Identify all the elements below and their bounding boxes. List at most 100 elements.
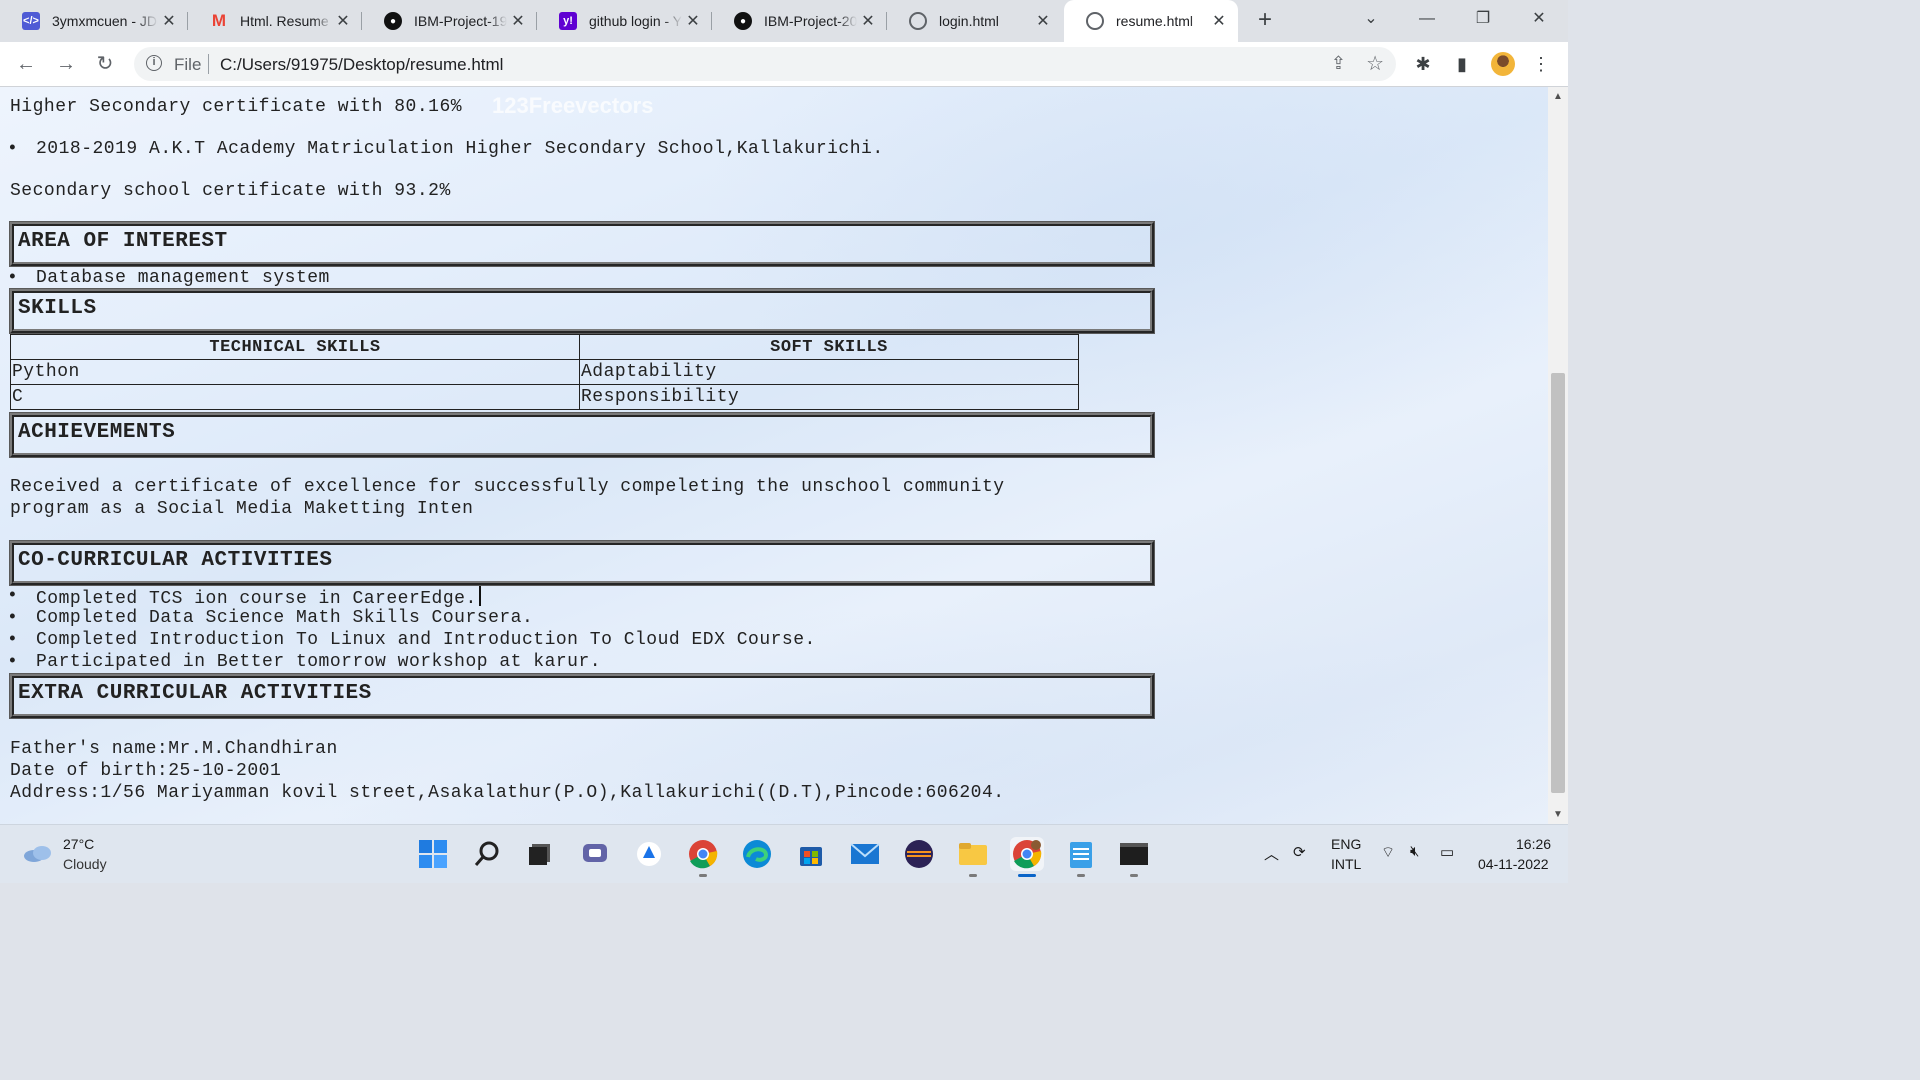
school-text: 2018-2019 A.K.T Academy Matriculation Hi… [36, 139, 884, 159]
close-icon[interactable]: ✕ [158, 11, 180, 31]
github-icon: ● [384, 12, 402, 30]
tab-resume[interactable]: resume.html ✕ [1064, 0, 1238, 42]
tab-login[interactable]: login.html ✕ [887, 0, 1062, 42]
tab-title: 3ymxmcuen - JDoodle [52, 13, 158, 29]
file-explorer-icon[interactable] [956, 837, 990, 877]
active-indicator [1018, 874, 1036, 877]
windows-start-icon[interactable] [416, 837, 450, 871]
yahoo-icon: y! [559, 12, 577, 30]
extensions-puzzle-icon[interactable]: ✱ [1411, 52, 1435, 76]
table-header: SOFT SKILLS [579, 334, 1079, 360]
globe-icon [1086, 12, 1104, 30]
tab-gmail[interactable]: M Html. Resume - Gmail ✕ [188, 0, 362, 42]
close-window-button[interactable]: ✕ [1511, 0, 1567, 42]
activity-text: Participated in Better tomorrow workshop… [36, 652, 602, 672]
close-icon[interactable]: ✕ [1208, 11, 1230, 31]
menu-kebab-icon[interactable]: ⋮ [1529, 52, 1553, 76]
notepad-icon[interactable] [1064, 837, 1098, 877]
text-caret [478, 586, 481, 606]
scroll-up-arrow-icon[interactable]: ▲ [1548, 91, 1568, 102]
area-of-interest-heading: AREA OF INTEREST [9, 221, 1155, 267]
profile-avatar[interactable] [1491, 52, 1515, 76]
forward-arrow-icon[interactable]: → [52, 50, 80, 78]
achievement-text: program as a Social Media Maketting Inte… [10, 499, 474, 519]
language-indicator[interactable]: ENG [1331, 836, 1361, 852]
back-arrow-icon[interactable]: ← [12, 50, 40, 78]
scroll-down-arrow-icon[interactable]: ▼ [1548, 809, 1568, 820]
skills-heading: SKILLS [9, 288, 1155, 334]
interest-text: Database management system [36, 268, 330, 288]
tab-title: Html. Resume - Gmail [240, 13, 332, 29]
reload-icon[interactable]: ↻ [91, 50, 119, 78]
cloud-icon[interactable] [22, 843, 54, 863]
close-icon[interactable]: ✕ [507, 11, 529, 31]
activity-text: Completed TCS ion course in CareerEdge. [36, 586, 481, 609]
task-view-icon[interactable] [523, 837, 557, 871]
gmail-icon: M [211, 11, 227, 30]
search-icon[interactable] [470, 837, 504, 871]
share-icon[interactable]: ⇪ [1331, 53, 1346, 74]
chrome-icon[interactable] [686, 837, 720, 877]
tab-title: IBM-Project-20 [764, 13, 857, 29]
side-panel-icon[interactable]: ▮ [1450, 52, 1474, 76]
fathers-name-text: Father's name:Mr.M.Chandhiran [10, 739, 338, 759]
restore-button[interactable]: ❐ [1455, 0, 1511, 42]
tab-yahoo[interactable]: y! github login - Yahoo ✕ [537, 0, 712, 42]
microsoft-store-icon[interactable] [794, 837, 828, 871]
address-text: Address:1/56 Mariyamman kovil street,Asa… [10, 783, 1005, 803]
chrome-profile-icon[interactable] [1010, 837, 1044, 877]
protocol-label: File [174, 55, 202, 74]
bookmark-star-icon[interactable]: ☆ [1366, 51, 1384, 76]
chevron-up-icon[interactable]: ︿ [1264, 843, 1279, 864]
eclipse-icon[interactable] [902, 837, 936, 871]
page-viewport: 123Freevectors Higher Secondary certific… [0, 87, 1548, 824]
close-icon[interactable]: ✕ [332, 11, 354, 31]
activity-label: Completed TCS ion course in CareerEdge. [36, 589, 477, 609]
tab-title: IBM-Project-19 [414, 13, 507, 29]
achievement-text: Received a certificate of excellence for… [10, 477, 1005, 497]
clock-date[interactable]: 04-11-2022 [1478, 856, 1549, 872]
speaker-muted-icon[interactable]: 🔇︎ [1410, 843, 1419, 860]
taskbar: 27°C Cloudy ︿ ⟳ ENG INTL ⌔ 🔇︎ ▭ 16:26 04… [0, 824, 1568, 883]
table-header: TECHNICAL SKILLS [10, 334, 580, 360]
achievements-heading: ACHIEVEMENTS [9, 412, 1155, 458]
edge-icon[interactable] [740, 837, 774, 871]
tab-search-chevron-icon[interactable]: ⌄ [1343, 0, 1399, 42]
close-icon[interactable]: ✕ [857, 11, 879, 31]
running-indicator [1077, 874, 1085, 877]
address-divider [208, 54, 209, 74]
skills-table: TECHNICAL SKILLS SOFT SKILLS Python Adap… [10, 334, 1079, 410]
weather-temperature[interactable]: 27°C [63, 836, 94, 852]
clock-time[interactable]: 16:26 [1516, 836, 1551, 852]
url-text[interactable]: C:/Users/91975/Desktop/resume.html [220, 55, 503, 75]
info-icon[interactable]: i [146, 55, 162, 71]
table-cell: C [10, 384, 580, 410]
code-icon: </> [22, 12, 40, 30]
activity-text: Completed Data Science Math Skills Cours… [36, 608, 534, 628]
sync-icon[interactable]: ⟳ [1293, 843, 1306, 861]
close-icon[interactable]: ✕ [1032, 11, 1054, 31]
wifi-icon[interactable]: ⌔ [1381, 843, 1395, 862]
widgets-app-icon[interactable] [632, 837, 666, 871]
running-indicator [969, 874, 977, 877]
terminal-icon[interactable] [1117, 837, 1151, 877]
address-bar[interactable]: i File C:/Users/91975/Desktop/resume.htm… [134, 47, 1396, 81]
table-row: C Responsibility [10, 384, 1079, 410]
scroll-thumb[interactable] [1551, 373, 1565, 793]
close-icon[interactable]: ✕ [682, 11, 704, 31]
mail-icon[interactable] [848, 837, 882, 871]
tab-github-19[interactable]: ● IBM-Project-19 ✕ [362, 0, 537, 42]
running-indicator [1130, 874, 1138, 877]
minimize-button[interactable]: — [1399, 0, 1455, 42]
teams-chat-icon[interactable] [578, 837, 612, 871]
vertical-scrollbar[interactable]: ▲ ▼ [1548, 87, 1568, 824]
watermark: 123Freevectors [492, 93, 654, 118]
tab-jdoodle[interactable]: </> 3ymxmcuen - JDoodle ✕ [0, 0, 188, 42]
co-curricular-heading: CO-CURRICULAR ACTIVITIES [9, 540, 1155, 586]
keyboard-layout-indicator[interactable]: INTL [1331, 856, 1361, 872]
battery-icon[interactable]: ▭ [1440, 843, 1454, 861]
weather-description[interactable]: Cloudy [63, 856, 107, 872]
new-tab-button[interactable]: + [1252, 8, 1278, 34]
tab-github-20[interactable]: ● IBM-Project-20 ✕ [712, 0, 887, 42]
tab-title: login.html [939, 13, 999, 29]
